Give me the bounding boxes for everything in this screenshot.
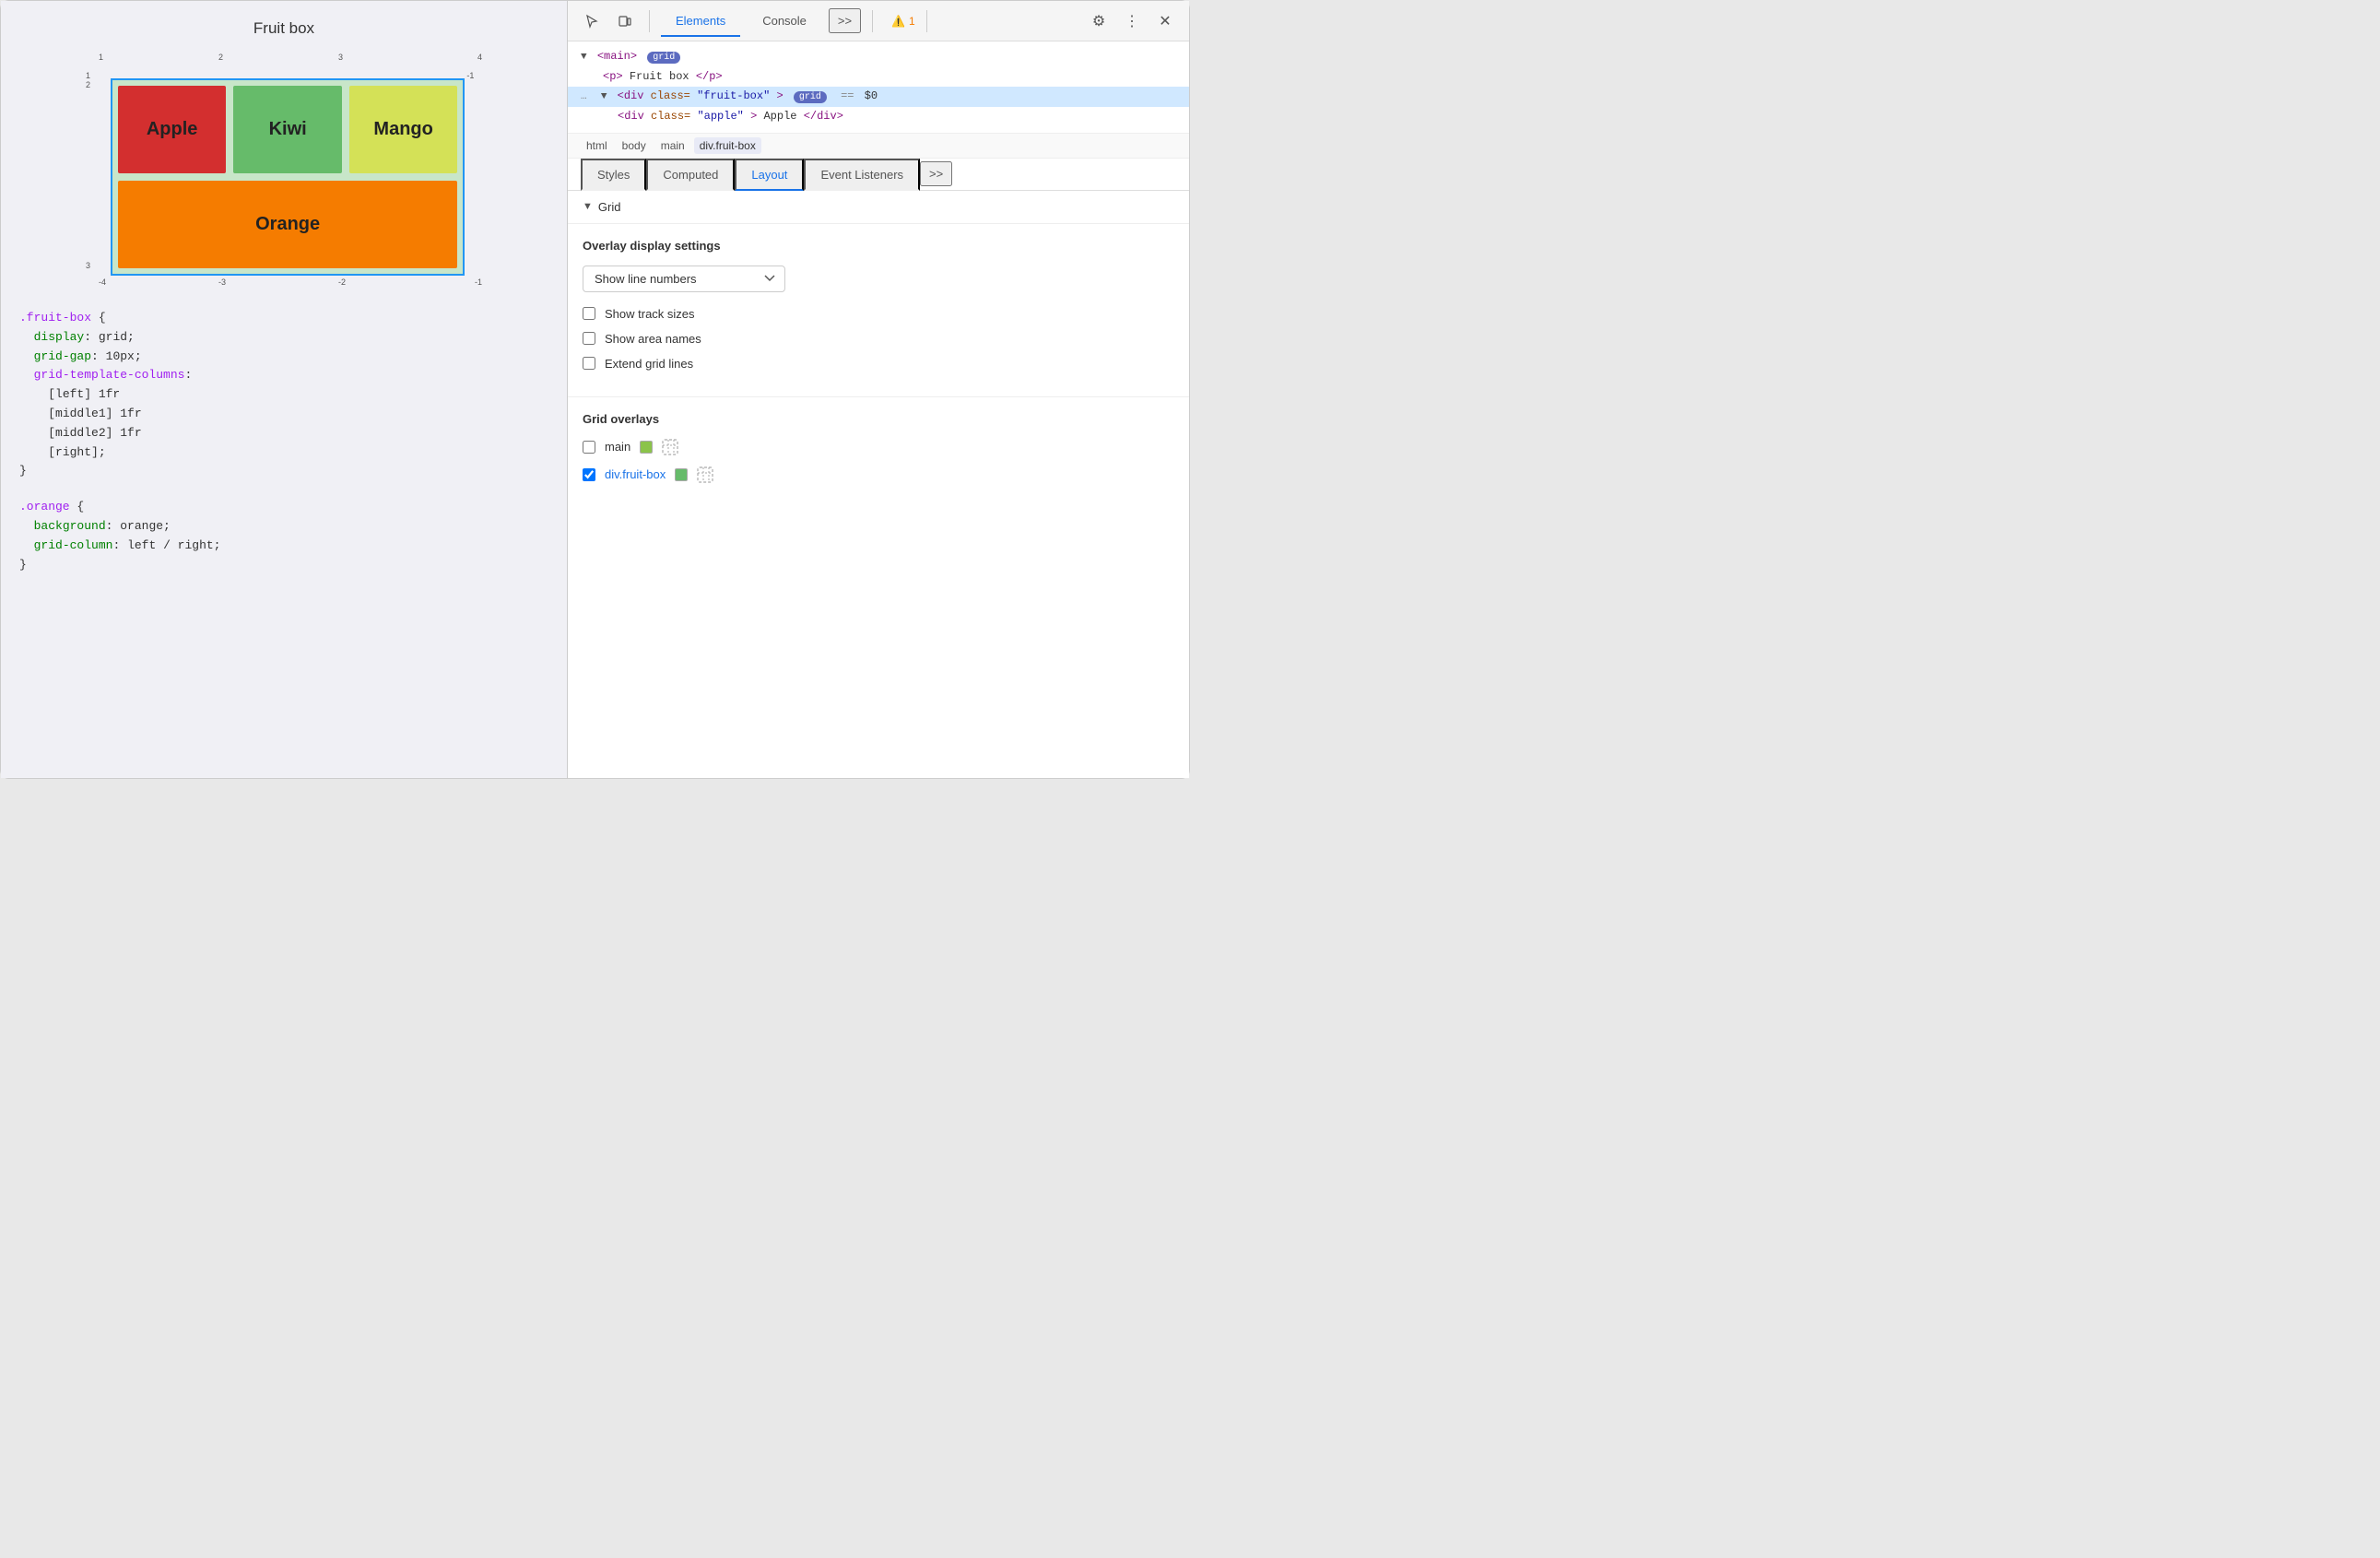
main-overlay-label: main bbox=[605, 440, 630, 454]
main-color-swatch bbox=[640, 441, 653, 454]
prop-grid-template-columns: grid-template-columns bbox=[34, 368, 185, 382]
line-num-bot-2: -3 bbox=[218, 277, 226, 287]
mango-cell: Mango bbox=[349, 86, 458, 173]
prop-background: background bbox=[34, 519, 106, 533]
line-num-bot-3: -2 bbox=[338, 277, 346, 287]
fruit-box-title: Fruit box bbox=[19, 19, 548, 38]
tree-arrow-fruitbox[interactable]: ▼ bbox=[601, 91, 607, 102]
close-button[interactable]: ✕ bbox=[1152, 8, 1178, 34]
breadcrumb-fruitbox[interactable]: div.fruit-box bbox=[694, 137, 761, 154]
tab-styles[interactable]: Styles bbox=[581, 159, 646, 191]
tree-line-p: <p> Fruit box </p> bbox=[581, 67, 1176, 88]
warning-icon: ⚠️ bbox=[891, 15, 905, 28]
grid-visual-wrapper: 1 2 3 4 1 2 3 Apple Kiwi bbox=[86, 53, 482, 290]
apple-cell: Apple bbox=[118, 86, 227, 173]
bottom-line-numbers: -4 -3 -2 -1 bbox=[99, 277, 482, 290]
selector-fruit-box: .fruit-box bbox=[19, 311, 91, 325]
header-divider bbox=[649, 10, 650, 32]
right-panel: Elements Console >> ⚠️ 1 ⚙ ⋮ ✕ ▼ <main> … bbox=[568, 1, 1189, 778]
show-area-names-checkbox[interactable] bbox=[583, 332, 595, 345]
fruitbox-grid-icon[interactable] bbox=[697, 466, 713, 483]
fruit-box-code-block: .fruit-box { display: grid; grid-gap: 10… bbox=[19, 309, 548, 481]
selector-orange: .orange bbox=[19, 500, 70, 513]
overlay-settings-section: Overlay display settings Show line numbe… bbox=[568, 224, 1189, 397]
show-track-sizes-label: Show track sizes bbox=[605, 307, 695, 321]
top-line-numbers: 1 2 3 4 bbox=[99, 53, 482, 65]
line-num-left-1: 1 bbox=[86, 71, 98, 80]
html-tree: ▼ <main> grid <p> Fruit box </p> … ▼ <di… bbox=[568, 41, 1189, 134]
header-divider-2 bbox=[872, 10, 873, 32]
overlay-item-fruitbox: div.fruit-box bbox=[583, 466, 1174, 483]
grid-section-label: Grid bbox=[598, 200, 621, 214]
overlays-title: Grid overlays bbox=[583, 412, 1174, 426]
show-track-sizes-checkbox[interactable] bbox=[583, 307, 595, 320]
settings-button[interactable]: ⚙ bbox=[1086, 8, 1112, 34]
tree-line-apple: <div class= "apple" > Apple </div> bbox=[581, 107, 1176, 127]
line-num-left-3: 3 bbox=[86, 261, 98, 270]
prop-grid-column: grid-column bbox=[34, 538, 113, 552]
right-line-numbers: -1 bbox=[465, 65, 482, 276]
fruitbox-overlay-checkbox[interactable] bbox=[583, 468, 595, 481]
tree-line-main: ▼ <main> grid bbox=[581, 47, 1176, 67]
line-num-top-4: 4 bbox=[477, 53, 482, 62]
breadcrumb-main[interactable]: main bbox=[655, 137, 690, 154]
tree-dots[interactable]: … bbox=[581, 91, 587, 102]
line-num-top-2: 2 bbox=[218, 53, 223, 62]
tab-layout[interactable]: Layout bbox=[735, 159, 804, 191]
fruit-box-grid: Apple Kiwi Mango Orange bbox=[111, 78, 465, 276]
breadcrumb-html[interactable]: html bbox=[581, 137, 613, 154]
extend-grid-lines-checkbox[interactable] bbox=[583, 357, 595, 370]
warning-badge: ⚠️ 1 bbox=[891, 15, 915, 28]
breadcrumb: html body main div.fruit-box bbox=[568, 134, 1189, 159]
orange-code-block: .orange { background: orange; grid-colum… bbox=[19, 498, 548, 574]
line-num-bot-1: -4 bbox=[99, 277, 106, 287]
line-num-right-neg1-top: -1 bbox=[466, 71, 482, 80]
breadcrumb-body[interactable]: body bbox=[617, 137, 652, 154]
line-num-left-2: 2 bbox=[86, 80, 98, 89]
dropdown-row: Show line numbers Show track sizes Show … bbox=[583, 266, 1174, 292]
show-area-names-label: Show area names bbox=[605, 332, 701, 346]
extend-grid-lines-row: Extend grid lines bbox=[583, 357, 1174, 371]
cursor-icon[interactable] bbox=[579, 8, 605, 34]
grid-with-side-numbers: 1 2 3 Apple Kiwi Mango Oran bbox=[86, 65, 482, 276]
fruitbox-overlay-label: div.fruit-box bbox=[605, 467, 666, 481]
tab-computed[interactable]: Computed bbox=[646, 159, 735, 191]
devtools-header: Elements Console >> ⚠️ 1 ⚙ ⋮ ✕ bbox=[568, 1, 1189, 41]
main-overlay-checkbox[interactable] bbox=[583, 441, 595, 454]
kiwi-cell: Kiwi bbox=[233, 86, 342, 173]
overlay-item-main: main bbox=[583, 439, 1174, 455]
layout-panel: ▼ Grid Overlay display settings Show lin… bbox=[568, 191, 1189, 778]
code-section: .fruit-box { display: grid; grid-gap: 10… bbox=[19, 309, 548, 574]
show-track-sizes-row: Show track sizes bbox=[583, 307, 1174, 321]
fruitbox-color-swatch bbox=[675, 468, 688, 481]
extend-grid-lines-label: Extend grid lines bbox=[605, 357, 693, 371]
line-num-bot-4: -1 bbox=[475, 277, 482, 287]
line-number-select[interactable]: Show line numbers Show track sizes Show … bbox=[583, 266, 785, 292]
panel-tabs: Styles Computed Layout Event Listeners >… bbox=[568, 159, 1189, 191]
left-panel: Fruit box 1 2 3 4 1 2 3 Apple bbox=[1, 1, 568, 778]
device-icon[interactable] bbox=[612, 8, 638, 34]
tab-event-listeners[interactable]: Event Listeners bbox=[804, 159, 920, 191]
line-num-top-3: 3 bbox=[338, 53, 343, 62]
console-tab[interactable]: Console bbox=[748, 6, 821, 37]
prop-display: display bbox=[34, 330, 85, 344]
show-area-names-row: Show area names bbox=[583, 332, 1174, 346]
more-options-button[interactable]: ⋮ bbox=[1119, 8, 1145, 34]
more-tabs-button[interactable]: >> bbox=[829, 8, 861, 33]
prop-grid-gap: grid-gap bbox=[34, 349, 91, 363]
left-line-numbers: 1 2 3 bbox=[86, 65, 98, 276]
line-num-top-1: 1 bbox=[99, 53, 103, 62]
grid-overlays-section: Grid overlays main div.fruit-box bbox=[568, 397, 1189, 509]
tree-arrow-main[interactable]: ▼ bbox=[581, 52, 587, 63]
grid-section-header[interactable]: ▼ Grid bbox=[568, 191, 1189, 224]
grid-section-arrow: ▼ bbox=[583, 201, 593, 212]
overlay-title: Overlay display settings bbox=[583, 239, 1174, 253]
more-panel-tabs[interactable]: >> bbox=[920, 161, 952, 186]
header-divider-3 bbox=[926, 10, 927, 32]
orange-cell: Orange bbox=[118, 181, 458, 268]
tree-line-fruitbox[interactable]: … ▼ <div class= "fruit-box" > grid == $0 bbox=[568, 87, 1189, 107]
elements-tab[interactable]: Elements bbox=[661, 6, 740, 37]
main-grid-icon[interactable] bbox=[662, 439, 678, 455]
